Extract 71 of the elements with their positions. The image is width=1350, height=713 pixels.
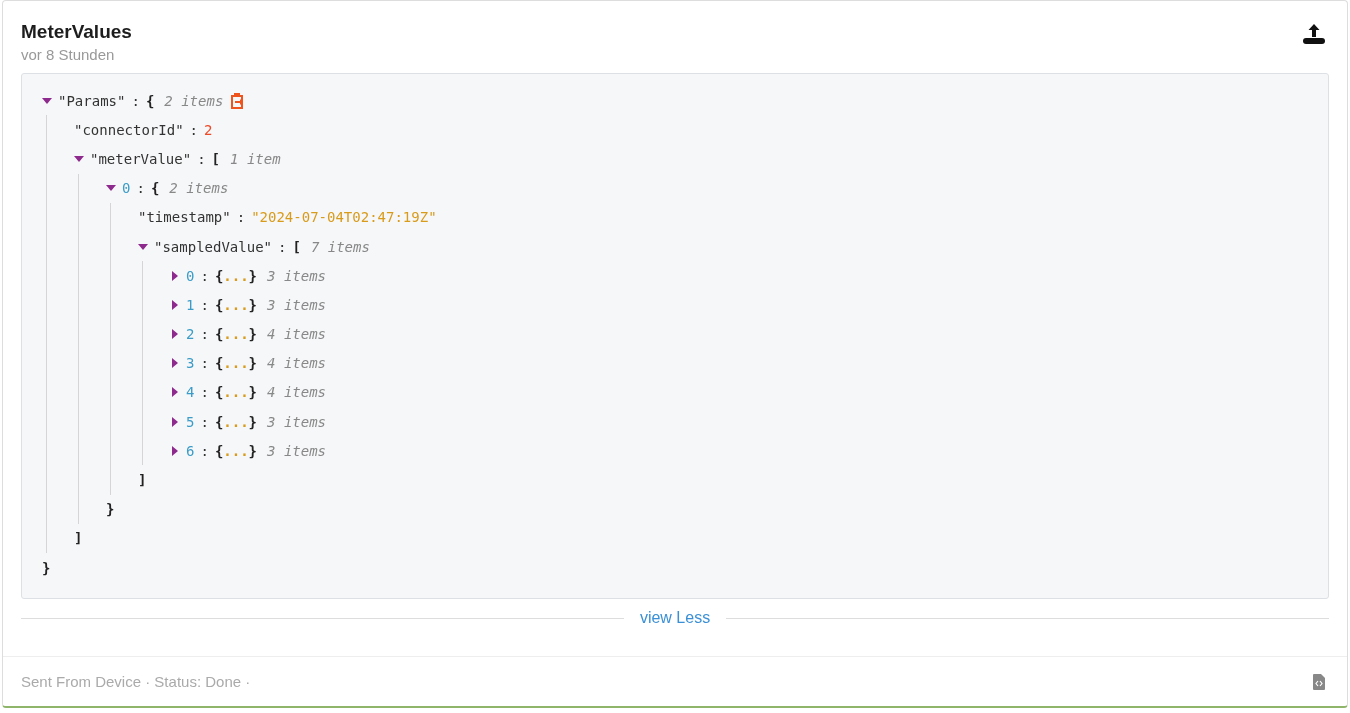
caret-icon[interactable] [74, 153, 84, 164]
json-key: 1 [186, 296, 195, 313]
code-file-icon[interactable] [1313, 673, 1325, 690]
json-key: 6 [186, 442, 195, 459]
caret-icon[interactable] [170, 299, 180, 310]
item-count: 3 items [267, 267, 327, 284]
caret-icon[interactable] [170, 358, 180, 369]
colon: : [189, 121, 198, 138]
colon: : [197, 150, 206, 167]
item-count: 3 items [267, 413, 327, 430]
json-key: 2 [186, 326, 195, 343]
event-title: MeterValues [21, 21, 132, 43]
json-key: "timestamp" [138, 209, 231, 226]
item-count: 2 items [164, 92, 224, 109]
closing-bracket: ] [74, 530, 83, 547]
item-count: 4 items [267, 355, 327, 372]
json-key: 0 [186, 267, 195, 284]
colon: : [236, 209, 246, 226]
event-time: vor 8 Stunden [21, 46, 116, 63]
closing-bracket: } [42, 559, 51, 576]
collapsed-preview[interactable]: {...} [214, 296, 258, 313]
json-key: "sampledValue" [154, 238, 272, 255]
collapsed-preview[interactable]: {...} [214, 355, 258, 372]
opening-bracket: { [145, 92, 155, 109]
item-count: 1 item [230, 150, 281, 167]
view-less-link[interactable]: view Less [639, 609, 711, 627]
json-value: 2 [204, 121, 213, 138]
colon: : [200, 296, 209, 313]
caret-icon[interactable] [170, 445, 180, 456]
caret-icon[interactable] [170, 329, 180, 340]
collapsed-preview[interactable]: {...} [214, 442, 258, 459]
json-key: 5 [186, 413, 195, 430]
json-key: 4 [186, 384, 195, 401]
caret-icon[interactable] [170, 387, 180, 398]
json-key: "Params" [58, 92, 126, 109]
item-count: 3 items [267, 296, 327, 313]
opening-bracket: [ [292, 238, 301, 255]
colon: : [200, 384, 209, 401]
colon: : [131, 92, 140, 109]
colon: : [200, 267, 209, 284]
json-value: "2024-07-04T02:47:19Z" [251, 209, 437, 226]
collapsed-preview[interactable]: {...} [214, 267, 258, 284]
opening-bracket: { [150, 180, 160, 197]
closing-bracket: ] [138, 472, 147, 489]
opening-bracket: [ [211, 150, 221, 167]
upload-icon[interactable] [1302, 22, 1326, 46]
item-count: 4 items [267, 326, 327, 343]
closing-bracket: } [106, 501, 115, 518]
footer-status: Sent From Device · Status: Done · [21, 673, 251, 690]
json-key: "meterValue" [90, 150, 192, 167]
colon: : [200, 413, 209, 430]
collapsed-preview[interactable]: {...} [214, 384, 258, 401]
json-key: 0 [122, 180, 131, 197]
item-count: 4 items [267, 384, 327, 401]
colon: : [200, 326, 209, 343]
colon: : [200, 442, 209, 459]
caret-icon[interactable] [170, 416, 180, 427]
json-key: "connectorId" [74, 121, 184, 138]
colon: : [200, 355, 209, 372]
colon: : [136, 180, 145, 197]
item-count: 3 items [267, 442, 327, 459]
item-count: 2 items [169, 180, 229, 197]
caret-icon[interactable] [138, 241, 148, 252]
collapsed-preview[interactable]: {...} [214, 326, 258, 343]
caret-icon[interactable] [42, 95, 52, 106]
colon: : [278, 238, 287, 255]
collapsed-preview[interactable]: {...} [214, 413, 258, 430]
clipboard-icon[interactable] [229, 91, 246, 110]
item-count: 7 items [310, 238, 370, 255]
json-key: 3 [186, 355, 195, 372]
caret-icon[interactable] [170, 270, 180, 281]
